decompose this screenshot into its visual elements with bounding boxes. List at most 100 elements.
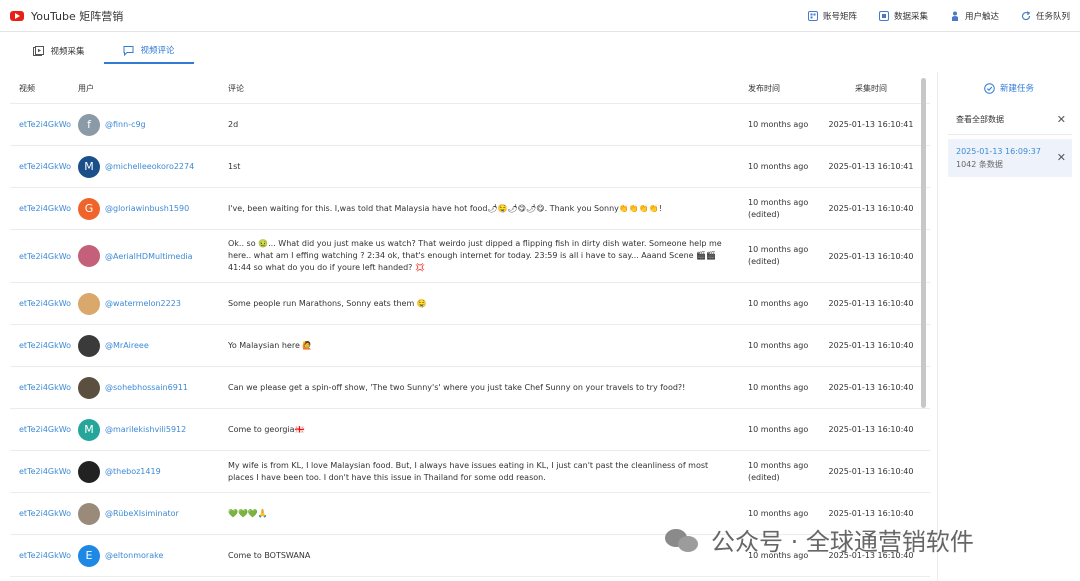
header-comment: 评论 [228, 83, 244, 93]
published-time: 10 months ago [748, 298, 826, 310]
table-row: etTe2i4GkWo M @marilekishvili5912 Come to… [10, 409, 930, 451]
table-row: etTe2i4GkWo @AerialHDMultimedia Ok.. so … [10, 230, 930, 283]
app-title: YouTube 矩阵营销 [31, 9, 124, 23]
user-handle-link[interactable]: @theboz1419 [105, 467, 161, 476]
video-id-link[interactable]: etTe2i4GkWo [19, 383, 71, 392]
comment-text: Yo Malaysian here 🙋 [228, 340, 313, 350]
task-queue-label: 任务队列 [1035, 11, 1070, 22]
table-header: 视频 用户 评论 发布时间 采集时间 [10, 74, 930, 104]
youtube-logo-icon [10, 10, 24, 21]
account-matrix-label: 账号矩阵 [822, 11, 857, 22]
collected-time: 2025-01-13 16:10:40 [828, 299, 914, 308]
published-text: 10 months ago [748, 197, 809, 207]
published-text: 10 months ago [748, 508, 809, 518]
user-handle-link[interactable]: @marilekishvili5912 [105, 425, 186, 434]
header-published: 发布时间 [748, 83, 780, 93]
header-collected: 采集时间 [855, 84, 887, 93]
published-text: 10 months ago [748, 161, 809, 171]
close-icon[interactable]: ✕ [1057, 113, 1066, 126]
published-text: 10 months ago [748, 340, 809, 350]
user-handle-link[interactable]: @michelleeokoro2274 [105, 162, 194, 171]
task-count: 1042 条数据 [956, 160, 1003, 169]
user-handle-link[interactable]: @MrAireee [105, 341, 149, 350]
published-text: 10 months ago [748, 298, 809, 308]
avatar [78, 334, 100, 357]
video-id-link[interactable]: etTe2i4GkWo [19, 162, 71, 171]
comments-table: 视频 用户 评论 发布时间 采集时间 etTe2i4GkWo f @finn-c9… [10, 74, 930, 581]
published-text: 10 months ago [748, 424, 809, 434]
tab-video-collection[interactable]: 视频采集 [14, 38, 104, 64]
avatar: G [78, 197, 100, 220]
video-id-link[interactable]: etTe2i4GkWo [19, 120, 71, 129]
published-time: 10 months ago [748, 382, 826, 394]
video-id-link[interactable]: etTe2i4GkWo [19, 341, 71, 350]
collected-time: 2025-01-13 16:10:40 [828, 509, 914, 518]
database-icon [878, 10, 889, 21]
new-task-button[interactable]: 新建任务 [938, 74, 1080, 102]
video-id-link[interactable]: etTe2i4GkWo [19, 509, 71, 518]
header-video: 视频 [19, 84, 35, 93]
comment-icon [123, 45, 134, 56]
user-reach-label: 用户触达 [964, 11, 999, 22]
account-matrix-button[interactable]: 账号矩阵 [807, 10, 857, 22]
published-time: 10 months ago [748, 119, 826, 131]
published-time: 10 months ago [748, 340, 826, 352]
table-row: etTe2i4GkWo f @finn-c9g 2d 10 months ago … [10, 104, 930, 146]
collected-time: 2025-01-13 16:10:40 [828, 341, 914, 350]
avatar [78, 245, 100, 267]
tab-video-comments-label: 视频评论 [140, 46, 175, 56]
close-icon[interactable]: ✕ [1057, 151, 1066, 164]
edited-label: (edited) [748, 257, 780, 266]
data-collection-button[interactable]: 数据采集 [878, 10, 928, 22]
comment-text: I've, been waiting for this. I,was told … [228, 203, 662, 213]
avatar [78, 460, 100, 483]
user-handle-link[interactable]: @RübeXIsiminator [105, 509, 179, 518]
video-id-link[interactable]: etTe2i4GkWo [19, 551, 71, 560]
video-id-link[interactable]: etTe2i4GkWo [19, 467, 71, 476]
top-actions: 账号矩阵 数据采集 用户触达 任务队列 [786, 10, 1070, 22]
collected-time: 2025-01-13 16:10:41 [828, 120, 914, 129]
user-handle-link[interactable]: @sohebhossain6911 [105, 383, 188, 392]
comment-text: Ok.. so 🤢... What did you just make us w… [228, 239, 722, 272]
video-id-link[interactable]: etTe2i4GkWo [19, 252, 71, 261]
video-id-link[interactable]: etTe2i4GkWo [19, 299, 71, 308]
data-collection-label: 数据采集 [893, 11, 928, 22]
new-task-label: 新建任务 [999, 84, 1034, 94]
user-handle-link[interactable]: @watermelon2223 [105, 299, 181, 308]
collected-time: 2025-01-13 16:10:40 [828, 425, 914, 434]
published-text: 10 months ago [748, 245, 809, 254]
user-reach-icon [950, 11, 960, 21]
published-time: 10 months ago (edited) [748, 197, 826, 221]
table-scrollbar[interactable] [921, 78, 926, 408]
table-row: etTe2i4GkWo @theboz1419 My wife is from … [10, 451, 930, 493]
table-row: etTe2i4GkWo @MrAireee Yo Malaysian here … [10, 325, 930, 367]
video-icon [33, 45, 45, 57]
video-id-link[interactable]: etTe2i4GkWo [19, 425, 71, 434]
collected-time: 2025-01-13 16:10:40 [828, 251, 914, 261]
avatar: M [78, 418, 100, 441]
collected-time: 2025-01-13 16:10:40 [828, 467, 914, 476]
user-handle-link[interactable]: @eltonmorake [105, 551, 163, 560]
edited-label: (edited) [748, 472, 780, 482]
view-all-data-item[interactable]: 查看全部数据 ✕ [948, 105, 1072, 135]
user-reach-button[interactable]: 用户触达 [950, 10, 999, 22]
avatar [78, 502, 100, 525]
task-item[interactable]: 2025-01-13 16:09:37 1042 条数据 ✕ [948, 139, 1072, 177]
published-text: 10 months ago [748, 119, 809, 129]
edited-label: (edited) [748, 209, 780, 219]
comment-text: Some people run Marathons, Sonny eats th… [228, 298, 427, 308]
published-time: 10 months ago [748, 161, 826, 173]
video-id-link[interactable]: etTe2i4GkWo [19, 204, 71, 213]
comment-text: Come to georgia🇬🇪 [228, 424, 305, 434]
published-text: 10 months ago [748, 460, 809, 470]
user-handle-link[interactable]: @finn-c9g [105, 120, 146, 129]
tab-video-comments[interactable]: 视频评论 [104, 38, 194, 64]
task-queue-button[interactable]: 任务队列 [1021, 10, 1070, 22]
top-bar: YouTube 矩阵营销 账号矩阵 数据采集 用户触达 任务队列 [0, 0, 1080, 32]
user-handle-link[interactable]: @gloriawinbush1590 [105, 204, 189, 213]
table-row: etTe2i4GkWo M @michelleeokoro2274 1st 10 … [10, 146, 930, 188]
comment-text: 2d [228, 119, 239, 129]
user-handle-link[interactable]: @AerialHDMultimedia [105, 252, 193, 261]
collected-time: 2025-01-13 16:10:40 [828, 204, 914, 213]
comment-text: Can we please get a spin-off show, 'The … [228, 382, 686, 392]
